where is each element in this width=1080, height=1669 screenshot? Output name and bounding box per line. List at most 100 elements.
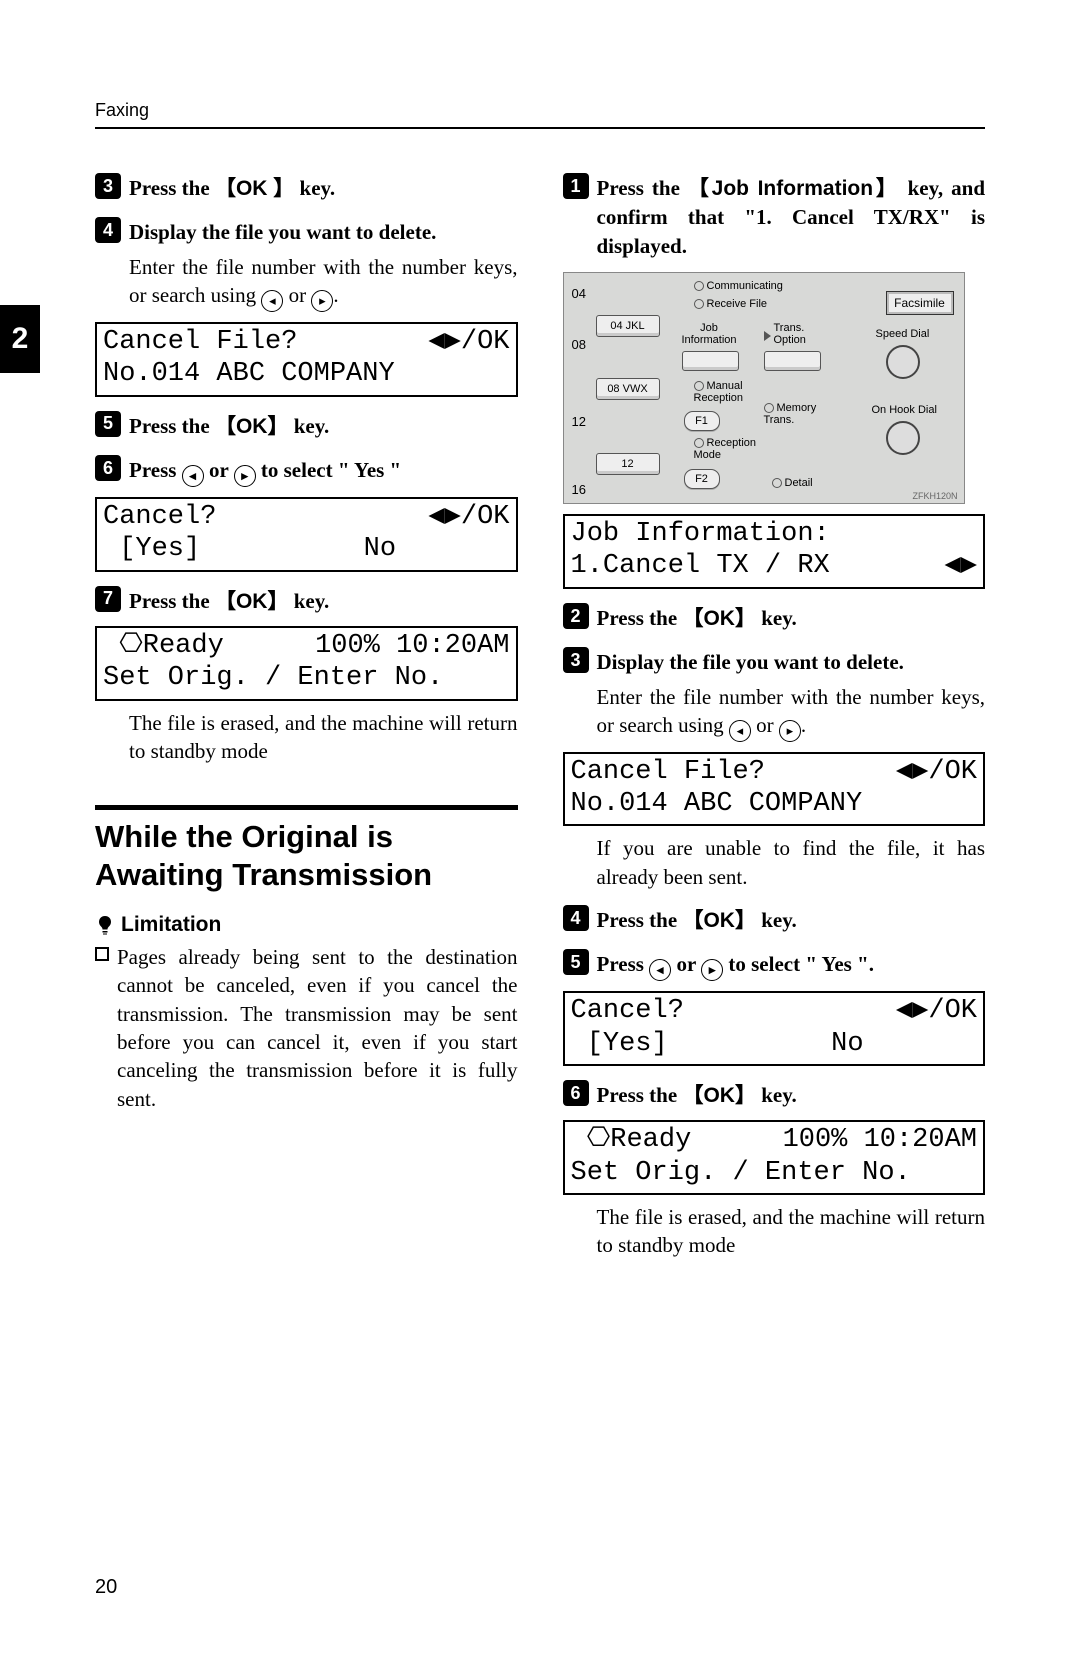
step-5r: 5 Press ◂ or ▸ to select " Yes ". xyxy=(563,949,986,981)
key-bracket: 】 xyxy=(735,909,756,932)
content-columns: 3 Press the 【OK 】 key. 4 Display the fil… xyxy=(95,159,985,1260)
ok-key-label: OK xyxy=(236,177,268,200)
lcd-text: [Yes] xyxy=(103,533,200,565)
text: or xyxy=(751,713,779,737)
text: Press the xyxy=(129,176,215,200)
key-bracket: 【 xyxy=(215,177,236,200)
lcd-text: 100% 10:20AM xyxy=(783,1124,977,1156)
step-number-icon: 2 xyxy=(563,603,589,629)
text: Display the file you want to delete. xyxy=(597,647,904,676)
lcd-cancel-yesno: Cancel? ◀▶/OK [Yes] No xyxy=(95,497,518,572)
lcd-text: ⎔Ready xyxy=(571,1124,692,1156)
lcd-ready-r: ⎔Ready100% 10:20AM Set Orig. / Enter No. xyxy=(563,1120,986,1195)
section-rule xyxy=(95,805,518,810)
trans-option-button xyxy=(764,351,821,371)
led-icon xyxy=(694,281,704,291)
right-arrow-icon: ▸ xyxy=(701,959,723,981)
step-number-icon: 4 xyxy=(95,217,121,243)
step-3r-body: Enter the file number with the number ke… xyxy=(597,683,986,742)
lcd-job-info: Job Information: 1.Cancel TX / RX◀▶ xyxy=(563,514,986,589)
text: key. xyxy=(761,908,797,932)
text: Press xyxy=(597,952,650,976)
ok-key-label: OK xyxy=(703,1084,735,1107)
facsimile-button: Facsimile xyxy=(886,291,954,315)
lcd-text: ◀▶ xyxy=(944,550,977,582)
control-panel-illustration: 04 08 12 16 04 JKL 08 VWX 12 Communicati… xyxy=(563,272,965,504)
step-number-icon: 3 xyxy=(563,647,589,673)
step-number-icon: 7 xyxy=(95,586,121,612)
lcd-ready: ⎔Ready100% 10:20AM Set Orig. / Enter No. xyxy=(95,626,518,701)
key-bracket: 【 xyxy=(215,415,236,438)
step-3r: 3 Display the file you want to delete. xyxy=(563,647,986,676)
lcd-text: No xyxy=(831,1028,977,1060)
running-head: Faxing xyxy=(95,100,985,129)
lcd-text: Cancel File? xyxy=(571,756,765,788)
text: key. xyxy=(761,1083,797,1107)
step-6r: 6 Press the 【OK】 key. xyxy=(563,1080,986,1110)
section-title: While the Original is Awaiting Transmiss… xyxy=(95,818,518,892)
key-bracket: 】 xyxy=(267,415,288,438)
ok-key-label: OK xyxy=(703,909,735,932)
key-bracket: 】 xyxy=(735,607,756,630)
panel-label: Receive File xyxy=(707,298,768,310)
lcd-text: ◀▶/OK xyxy=(428,501,509,533)
panel-label: Trans. Option xyxy=(774,323,806,346)
lcd-text: Cancel? xyxy=(571,995,684,1027)
triangle-icon xyxy=(764,331,771,341)
lcd-text: Cancel? xyxy=(103,501,216,533)
step-5: 5 Press the 【OK】 key. xyxy=(95,411,518,441)
step-3: 3 Press the 【OK 】 key. xyxy=(95,173,518,203)
step-4-body: Enter the file number with the number ke… xyxy=(129,253,518,312)
led-icon xyxy=(694,381,704,391)
panel-label: Job Information xyxy=(682,323,737,346)
key-bracket: 】 xyxy=(873,177,899,200)
led-icon xyxy=(772,478,782,488)
lcd-cancel-yesno-r: Cancel?◀▶/OK [Yes]No xyxy=(563,991,986,1066)
step-6: 6 Press ◂ or ▸ to select " Yes " xyxy=(95,455,518,487)
f2-button: F2 xyxy=(684,469,720,489)
step-7-after: The file is erased, and the machine will… xyxy=(129,709,518,766)
limitation-heading: Limitation xyxy=(95,911,518,939)
step-number-icon: 3 xyxy=(95,173,121,199)
text: Press the xyxy=(597,908,683,932)
step-number-icon: 5 xyxy=(563,949,589,975)
lcd-cancel-file: Cancel File?◀▶/OK No.014 ABC COMPANY xyxy=(95,322,518,397)
ok-key-label: OK xyxy=(236,590,268,613)
text: Limitation xyxy=(121,911,221,939)
right-column: 1 Press the 【Job Information】 key, and c… xyxy=(563,159,986,1260)
key-bracket: 】 xyxy=(735,1084,756,1107)
text: key. xyxy=(761,606,797,630)
panel-row-number: 08 xyxy=(572,336,586,354)
text: to select " Yes ". xyxy=(723,952,874,976)
left-arrow-icon: ◂ xyxy=(261,290,283,312)
left-arrow-icon: ◂ xyxy=(729,720,751,742)
step-number-icon: 1 xyxy=(563,173,589,199)
step-number-icon: 6 xyxy=(95,455,121,481)
led-icon xyxy=(694,299,704,309)
quick-dial-button: 12 xyxy=(596,453,660,475)
step-number-icon: 6 xyxy=(563,1080,589,1106)
lcd-text: No xyxy=(364,533,510,565)
chapter-tab: 2 xyxy=(0,305,40,373)
step-1: 1 Press the 【Job Information】 key, and c… xyxy=(563,173,986,260)
figure-code: ZFKH120N xyxy=(912,490,957,502)
on-hook-dial-button xyxy=(886,421,920,455)
key-bracket: 【 xyxy=(688,177,712,200)
text: Press the xyxy=(597,1083,683,1107)
step-number-icon: 5 xyxy=(95,411,121,437)
speed-dial-button xyxy=(886,345,920,379)
lcd-text: Set Orig. / Enter No. xyxy=(103,662,443,694)
text: key. xyxy=(294,589,330,613)
text: Press the xyxy=(129,414,215,438)
text: key. xyxy=(300,176,336,200)
text: to select " Yes " xyxy=(256,458,402,482)
quick-dial-button: 08 VWX xyxy=(596,378,660,400)
lcd-text: Job Information: xyxy=(571,518,830,550)
led-icon xyxy=(764,403,774,413)
job-info-key-label: Job Information xyxy=(712,177,873,200)
step-2: 2 Press the 【OK】 key. xyxy=(563,603,986,633)
text: Display the file you want to delete. xyxy=(129,217,436,246)
manual-page: Faxing 2 3 Press the 【OK 】 key. 4 Displa… xyxy=(0,0,1080,1669)
step-4r: 4 Press the 【OK】 key. xyxy=(563,905,986,935)
panel-label: Communicating xyxy=(707,280,783,292)
